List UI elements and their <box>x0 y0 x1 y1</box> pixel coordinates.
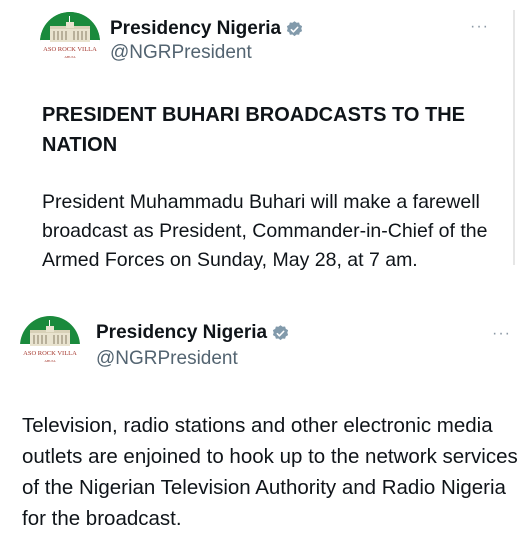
svg-text:ASO ROCK VILLA: ASO ROCK VILLA <box>23 350 77 357</box>
scrollbar[interactable] <box>513 10 515 265</box>
display-name[interactable]: Presidency Nigeria <box>96 322 267 344</box>
name-row: Presidency Nigeria <box>96 322 290 344</box>
verified-badge-icon <box>272 324 289 340</box>
tweet-1: ASO ROCK VILLA ABUJA Presidency Nigeria … <box>0 0 527 300</box>
avatar[interactable]: ASO ROCK VILLA ABUJA <box>40 12 100 72</box>
avatar[interactable]: ASO ROCK VILLA ABUJA <box>20 316 80 376</box>
handle[interactable]: @NGRPresident <box>96 348 238 370</box>
svg-text:ASO ROCK VILLA: ASO ROCK VILLA <box>43 46 97 53</box>
tweet-text: Television, radio stations and other ele… <box>22 414 518 530</box>
tweet-text: President Muhammadu Buhari will make a f… <box>42 191 488 271</box>
aso-rock-villa-logo: ASO ROCK VILLA ABUJA <box>40 12 100 72</box>
more-options-icon[interactable]: ··· <box>492 325 511 343</box>
aso-rock-villa-logo: ASO ROCK VILLA ABUJA <box>20 316 80 376</box>
more-options-icon[interactable]: ··· <box>470 18 489 36</box>
handle[interactable]: @NGRPresident <box>110 42 252 64</box>
svg-text:ABUJA: ABUJA <box>64 55 76 59</box>
svg-text:ABUJA: ABUJA <box>44 359 56 363</box>
tweet-headline: PRESIDENT BUHARI BROADCASTS TO THE NATIO… <box>42 104 465 156</box>
display-name[interactable]: Presidency Nigeria <box>110 18 281 40</box>
name-row: Presidency Nigeria <box>110 18 304 40</box>
verified-badge-icon <box>286 20 303 36</box>
